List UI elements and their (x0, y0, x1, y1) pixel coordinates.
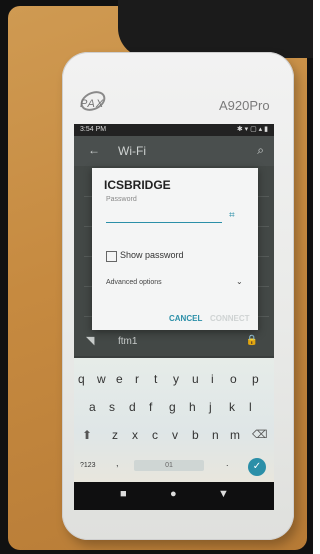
key-k[interactable]: k (229, 400, 235, 414)
key-j[interactable]: j (209, 400, 212, 414)
key-x[interactable]: x (132, 428, 138, 442)
show-password-checkbox[interactable] (106, 251, 117, 262)
key-y[interactable]: y (173, 372, 179, 386)
back-icon[interactable]: ▼ (218, 488, 229, 500)
cancel-button[interactable]: CANCEL (169, 314, 202, 323)
device-brand: PAX (80, 98, 105, 110)
key-b[interactable]: b (192, 428, 199, 442)
key-z[interactable]: z (112, 428, 118, 442)
spacebar-label: 01 (165, 462, 173, 469)
qr-code-icon[interactable]: ⌗ (229, 210, 235, 221)
shift-icon[interactable]: ⬆ (82, 428, 92, 442)
key-l[interactable]: l (249, 400, 252, 414)
android-nav-bar: ■ ● ▼ (74, 482, 274, 510)
status-icons: ✱ ▾ ▢ ▴ ▮ (236, 126, 268, 133)
dialog-title: ICSBRIDGE (104, 178, 171, 192)
key-a[interactable]: a (89, 400, 96, 414)
network-name: ftm1 (118, 336, 138, 347)
page-title: Wi-Fi (118, 144, 146, 158)
password-label: Password (106, 196, 137, 203)
device-model: A920Pro (219, 98, 270, 113)
connect-button[interactable]: CONNECT (210, 314, 250, 323)
period-key[interactable]: . (226, 458, 229, 468)
password-input[interactable] (106, 222, 222, 223)
list-item[interactable]: ◥ ftm1 🔒 (74, 330, 274, 356)
key-r[interactable]: r (135, 372, 139, 386)
onscreen-keyboard: q w e r t y u i o p a s d f g h j k l ⬆ … (74, 358, 274, 482)
back-arrow-icon[interactable]: ← (88, 143, 100, 157)
symbols-key[interactable]: ?123 (80, 462, 96, 469)
key-g[interactable]: g (169, 400, 176, 414)
key-c[interactable]: c (152, 428, 158, 442)
key-i[interactable]: i (211, 372, 214, 386)
chevron-down-icon[interactable]: ⌄ (236, 277, 243, 286)
backspace-icon[interactable]: ⌫ (252, 428, 268, 441)
key-p[interactable]: p (252, 372, 259, 386)
app-bar: ← Wi-Fi ⌕ (74, 136, 274, 166)
dark-object-background (118, 0, 313, 58)
key-m[interactable]: m (230, 428, 240, 442)
spacebar[interactable]: 01 (134, 460, 204, 471)
key-e[interactable]: e (116, 372, 123, 386)
key-f[interactable]: f (149, 400, 152, 414)
comma-key[interactable]: , (116, 458, 119, 468)
photo-frame: PAX A920Pro 3:54 PM ✱ ▾ ▢ ▴ ▮ ← Wi-Fi ⌕ … (0, 0, 313, 554)
key-w[interactable]: w (97, 372, 106, 386)
lock-icon: 🔒 (245, 335, 258, 346)
key-u[interactable]: u (192, 372, 199, 386)
wifi-icon: ◥ (86, 335, 95, 347)
key-h[interactable]: h (189, 400, 196, 414)
key-q[interactable]: q (78, 372, 85, 386)
show-password-label[interactable]: Show password (120, 250, 184, 260)
wifi-password-dialog: ICSBRIDGE Password ⌗ Show password Advan… (92, 168, 258, 330)
recents-icon[interactable]: ■ (120, 488, 127, 500)
key-n[interactable]: n (212, 428, 219, 442)
advanced-options[interactable]: Advanced options (106, 279, 162, 286)
status-time: 3:54 PM (80, 126, 107, 133)
key-d[interactable]: d (129, 400, 136, 414)
status-bar: 3:54 PM ✱ ▾ ▢ ▴ ▮ (74, 124, 274, 136)
home-icon[interactable]: ● (170, 488, 177, 500)
search-icon[interactable]: ⌕ (257, 143, 264, 158)
enter-check-icon[interactable]: ✓ (248, 458, 266, 476)
key-t[interactable]: t (154, 372, 157, 386)
key-o[interactable]: o (230, 372, 237, 386)
key-s[interactable]: s (109, 400, 115, 414)
key-v[interactable]: v (172, 428, 178, 442)
